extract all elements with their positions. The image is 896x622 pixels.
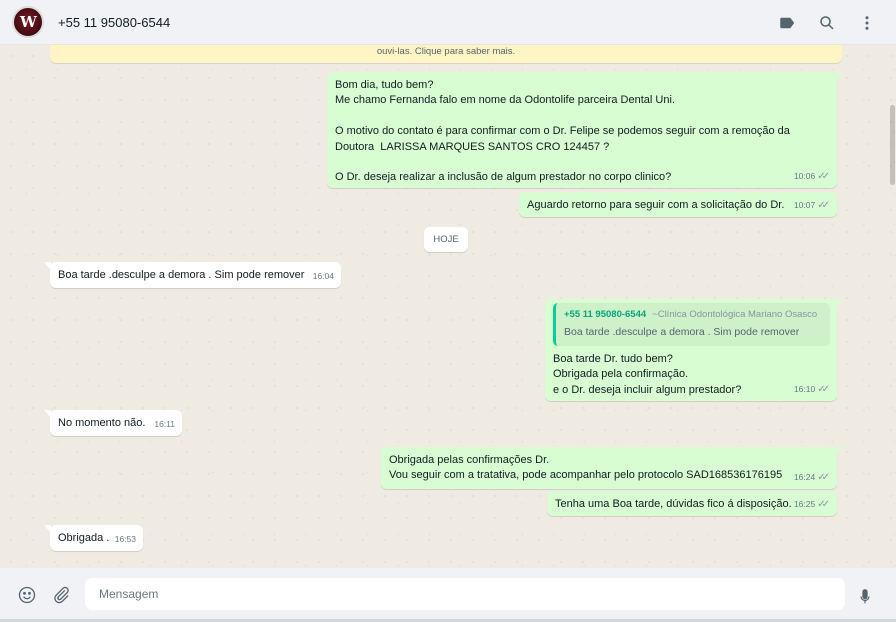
message-incoming[interactable]: Obrigada . 16:53 [44,525,143,551]
attach-button[interactable] [44,578,78,612]
message-time: 16:24 [793,471,816,482]
read-receipt-icon: ✓✓ [817,498,830,510]
read-receipt-icon: ✓✓ [817,383,830,395]
message-text: Obrigada pelas confirmações Dr. Vou segu… [389,454,783,482]
message-meta: 16:11 [154,417,175,432]
message-text: Boa tarde Dr. tudo bem? Obrigada pela co… [553,352,742,396]
voice-record-button[interactable] [848,580,882,614]
day-separator: HOJE [424,227,468,252]
menu-icon [865,15,869,30]
message-outgoing[interactable]: Bom dia, tudo bem? Me chamo Fernanda fal… [327,72,843,188]
quote-subtitle: ~Clínica Odontológica Mariano Osasco [652,309,818,320]
mic-icon [860,589,870,604]
message-incoming[interactable]: No momento não. 16:11 [44,410,182,436]
message-outgoing[interactable]: Aguardo retorno para seguir com a solici… [519,192,837,217]
message-text: Bom dia, tudo bem? Me chamo Fernanda fal… [335,79,790,184]
message-meta: 16:53 [115,532,136,547]
search-icon [820,15,834,30]
message-meta: 10:06 ✓✓ [794,169,830,184]
label-button[interactable] [768,4,806,42]
emoji-icon [18,586,36,604]
quote-text: Boa tarde .desculpe a demora . Sim pode … [564,326,800,339]
label-icon [780,17,794,28]
chat-header: W +55 11 95080-6544 [0,0,896,45]
message-text: Boa tarde .desculpe a demora . Sim pode … [58,269,305,281]
message-text: Tenha uma Boa tarde, dúvidas fico á disp… [555,498,792,510]
emoji-button[interactable] [10,578,44,612]
read-receipt-icon: ✓✓ [817,170,830,182]
scrollbar-thumb[interactable] [890,105,895,185]
attach-icon [54,586,69,604]
message-time: 16:10 [793,383,816,394]
message-time: 16:04 [312,270,334,281]
contact-avatar[interactable]: W [12,6,44,38]
message-time: 16:11 [154,418,175,429]
message-time: 10:07 [793,199,816,210]
composer-bar [0,568,896,622]
message-incoming[interactable]: Boa tarde .desculpe a demora . Sim pode … [44,262,341,288]
encryption-notice[interactable]: ouvi-las. Clique para saber mais. [50,45,842,63]
message-input[interactable] [85,578,845,610]
message-outgoing[interactable]: Tenha uma Boa tarde, dúvidas fico á disp… [547,491,837,516]
read-receipt-icon: ✓✓ [817,199,830,211]
quote-author: +55 11 95080-6544 [564,309,647,320]
header-actions [768,0,886,45]
chat-scrollbar[interactable] [890,45,896,568]
message-meta: 16:10 ✓✓ [794,382,830,397]
message-list[interactable]: ouvi-las. Clique para saber mais. Bom di… [0,45,896,568]
message-outgoing-reply[interactable]: +55 11 95080-6544 ~Clínica Odontológica … [545,299,843,401]
search-button[interactable] [808,4,846,42]
message-time: 16:25 [793,498,816,509]
read-receipt-icon: ✓✓ [817,471,830,483]
message-meta: 16:24 ✓✓ [794,470,830,485]
message-outgoing[interactable]: Obrigada pelas confirmações Dr. Vou segu… [381,447,843,489]
message-time: 10:06 [793,170,816,181]
message-meta: 16:25 ✓✓ [794,497,830,512]
message-meta: 10:07 ✓✓ [794,198,830,213]
message-text: Aguardo retorno para seguir com a solici… [527,199,785,211]
contact-name[interactable]: +55 11 95080-6544 [58,15,170,30]
quoted-message[interactable]: +55 11 95080-6544 ~Clínica Odontológica … [553,303,830,346]
menu-button[interactable] [848,4,886,42]
message-time: 16:53 [114,533,136,544]
message-meta: 16:04 [313,269,334,284]
